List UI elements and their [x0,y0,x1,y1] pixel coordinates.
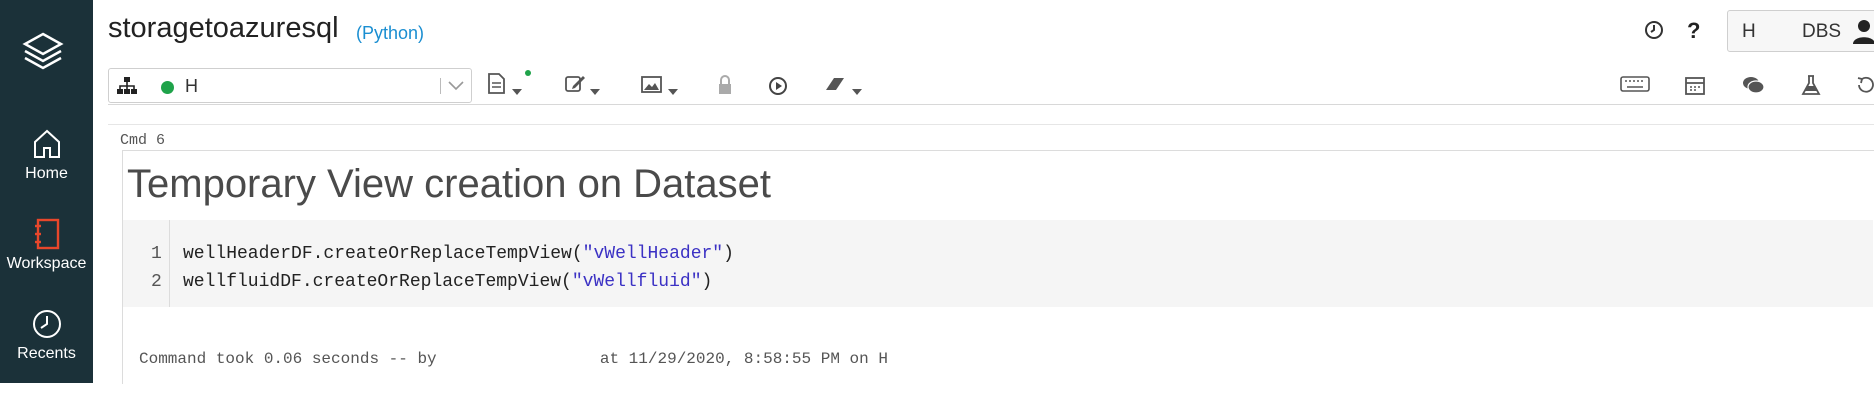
caret-down-icon [852,88,863,95]
edit-menu-button[interactable] [564,72,601,98]
user-initial: H [1742,21,1756,42]
caret-down-icon [590,88,601,95]
calendar-icon[interactable] [1684,74,1706,96]
notebook-language[interactable]: (Python) [356,23,424,44]
workspace-icon [34,218,59,250]
comments-icon[interactable] [1741,74,1765,96]
caret-down-icon [668,88,679,95]
cluster-name: H [185,76,198,96]
divider [440,78,441,94]
sidebar-item-label: Home [25,165,68,182]
code-line: wellfluidDF.createOrReplaceTempView("vWe… [183,272,712,292]
line-number: 1 [151,244,162,264]
user-icon [1853,20,1874,44]
line-number: 2 [151,272,162,292]
user-org: DBS [1802,21,1842,42]
sidebar-item-label: Recents [17,345,76,362]
code-text: ) [723,244,734,264]
command-result: Command took 0.06 seconds -- by at 11/29… [139,350,888,368]
code-text: ) [701,272,713,292]
sidebar: Home Workspace Recents [0,0,93,383]
cluster-selector[interactable]: H [108,68,472,103]
eraser-icon [826,78,844,90]
cluster-status-dot [161,81,174,94]
sidebar-item-label: Workspace [6,255,87,272]
code-text: wellfluidDF.createOrReplaceTempView( [183,272,572,292]
databricks-logo-icon[interactable] [18,28,68,78]
cell-heading: Temporary View creation on Dataset [127,162,772,206]
notebook-title[interactable]: storagetoazuresql [108,12,339,45]
clear-menu-button[interactable] [822,72,863,98]
sidebar-item-workspace[interactable]: Workspace [0,217,93,273]
code-line: wellHeaderDF.createOrReplaceTempView("vW… [183,244,734,264]
cell-command-label: Cmd 6 [120,132,166,149]
file-icon [488,73,505,94]
view-menu-button[interactable] [640,72,679,98]
help-icon[interactable]: ? [1683,18,1705,42]
divider [108,124,1874,125]
code-editor[interactable]: 1 wellHeaderDF.createOrReplaceTempView("… [123,220,1873,307]
code-string: "vWellfluid" [571,272,702,292]
user-menu[interactable]: H DBS [1727,10,1874,52]
code-text: wellHeaderDF.createOrReplaceTempView( [183,244,583,264]
chevron-down-icon[interactable] [448,81,464,91]
home-icon [33,129,60,158]
revision-history-icon[interactable] [1643,19,1665,41]
divider [108,104,1874,105]
sidebar-item-home[interactable]: Home [0,127,93,183]
autosave-dot [525,70,531,76]
sidebar-item-recents[interactable]: Recents [0,307,93,363]
lock-icon[interactable] [716,72,734,98]
line-number-gutter [169,220,170,307]
file-menu-button[interactable] [486,70,531,98]
keyboard-icon[interactable] [1620,74,1650,94]
svg-text:?: ? [1687,18,1700,42]
image-icon [641,76,662,93]
code-string: "vWellHeader" [582,244,724,264]
cluster-hierarchy-icon [117,77,137,94]
revision-undo-icon[interactable] [1855,74,1874,96]
experiment-icon[interactable] [1801,74,1821,96]
run-icon[interactable] [766,72,790,98]
edit-icon [565,76,585,92]
clock-icon [32,310,61,338]
caret-down-icon [512,88,523,95]
